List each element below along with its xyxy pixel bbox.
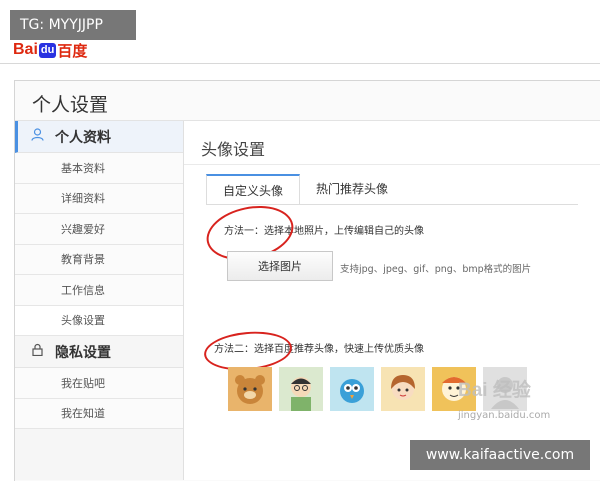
sidebar: 个人资料 基本资料 详细资料 兴趣爱好 教育背景 工作信息 头像设置 隐私设置 … (15, 121, 184, 480)
watermark-tag-bottom: www.kaifaactive.com (410, 440, 590, 470)
baidu-logo[interactable]: Bai du 百度 (13, 41, 88, 60)
girl-avatar-icon (391, 375, 415, 400)
tab-custom-avatar[interactable]: 自定义头像 (206, 174, 301, 204)
sidebar-group-label: 隐私设置 (55, 344, 111, 361)
sidebar-item-label: 兴趣爱好 (61, 222, 105, 236)
sidebar-item-label: 我在贴吧 (61, 376, 105, 390)
main-panel: 头像设置 自定义头像 热门推荐头像 方法一：选择本地照片，上传编辑自己的头像 选… (184, 121, 600, 480)
sidebar-group-label: 个人资料 (55, 129, 111, 146)
supported-formats-text: 支持jpg、jpeg、gif、png、bmp格式的图片 (340, 264, 532, 275)
sidebar-item-label: 工作信息 (61, 283, 105, 297)
page-title: 个人设置 (32, 94, 109, 116)
section-title: 头像设置 (201, 140, 266, 159)
watermark-tag-text: www.kaifaactive.com (425, 447, 575, 463)
sidebar-item-tieba[interactable]: 我在贴吧 (15, 368, 183, 399)
avatar-option[interactable] (330, 367, 374, 411)
avatar-option[interactable] (381, 367, 425, 411)
header-divider (0, 63, 600, 64)
sidebar-item-work[interactable]: 工作信息 (15, 275, 183, 306)
user-icon (29, 128, 45, 145)
sidebar-item-label: 详细资料 (61, 192, 105, 206)
sidebar-item-basic[interactable]: 基本资料 (15, 153, 183, 184)
sidebar-item-label: 头像设置 (61, 314, 105, 328)
tab-recommended-avatar[interactable]: 热门推荐头像 (300, 174, 404, 204)
section-divider (184, 164, 600, 165)
avatar-option[interactable] (228, 367, 272, 411)
avatar-tabs: 自定义头像 热门推荐头像 (206, 174, 404, 204)
logo-cn-text: 百度 (57, 42, 88, 60)
logo-text: Bai (13, 41, 38, 58)
sidebar-item-avatar[interactable]: 头像设置 (15, 305, 183, 336)
watermark-url: jingyan.baidu.com (458, 410, 551, 421)
choose-image-button[interactable]: 选择图片 (227, 251, 333, 281)
sidebar-item-label: 我在知道 (61, 407, 105, 421)
watermark-tag-top: TG: MYYJJPP (10, 10, 136, 40)
lock-icon (29, 343, 45, 360)
sidebar-item-label: 教育背景 (61, 253, 105, 267)
baidu-jingyan-watermark: Bai 经验 (458, 380, 531, 401)
sidebar-item-detail[interactable]: 详细资料 (15, 183, 183, 214)
sidebar-group-profile[interactable]: 个人资料 (15, 121, 183, 153)
bird-avatar-icon (340, 379, 364, 403)
watermark-tag-text: TG: MYYJJPP (20, 17, 103, 33)
sidebar-group-privacy[interactable]: 隐私设置 (15, 336, 183, 368)
avatar-option[interactable] (279, 367, 323, 411)
sidebar-item-interests[interactable]: 兴趣爱好 (15, 214, 183, 245)
bear-avatar-icon (235, 375, 265, 404)
sidebar-item-zhidao[interactable]: 我在知道 (15, 398, 183, 429)
sidebar-item-education[interactable]: 教育背景 (15, 244, 183, 275)
boy-avatar-icon (291, 377, 311, 411)
paw-icon: du (38, 42, 57, 58)
sidebar-item-label: 基本资料 (61, 161, 105, 175)
